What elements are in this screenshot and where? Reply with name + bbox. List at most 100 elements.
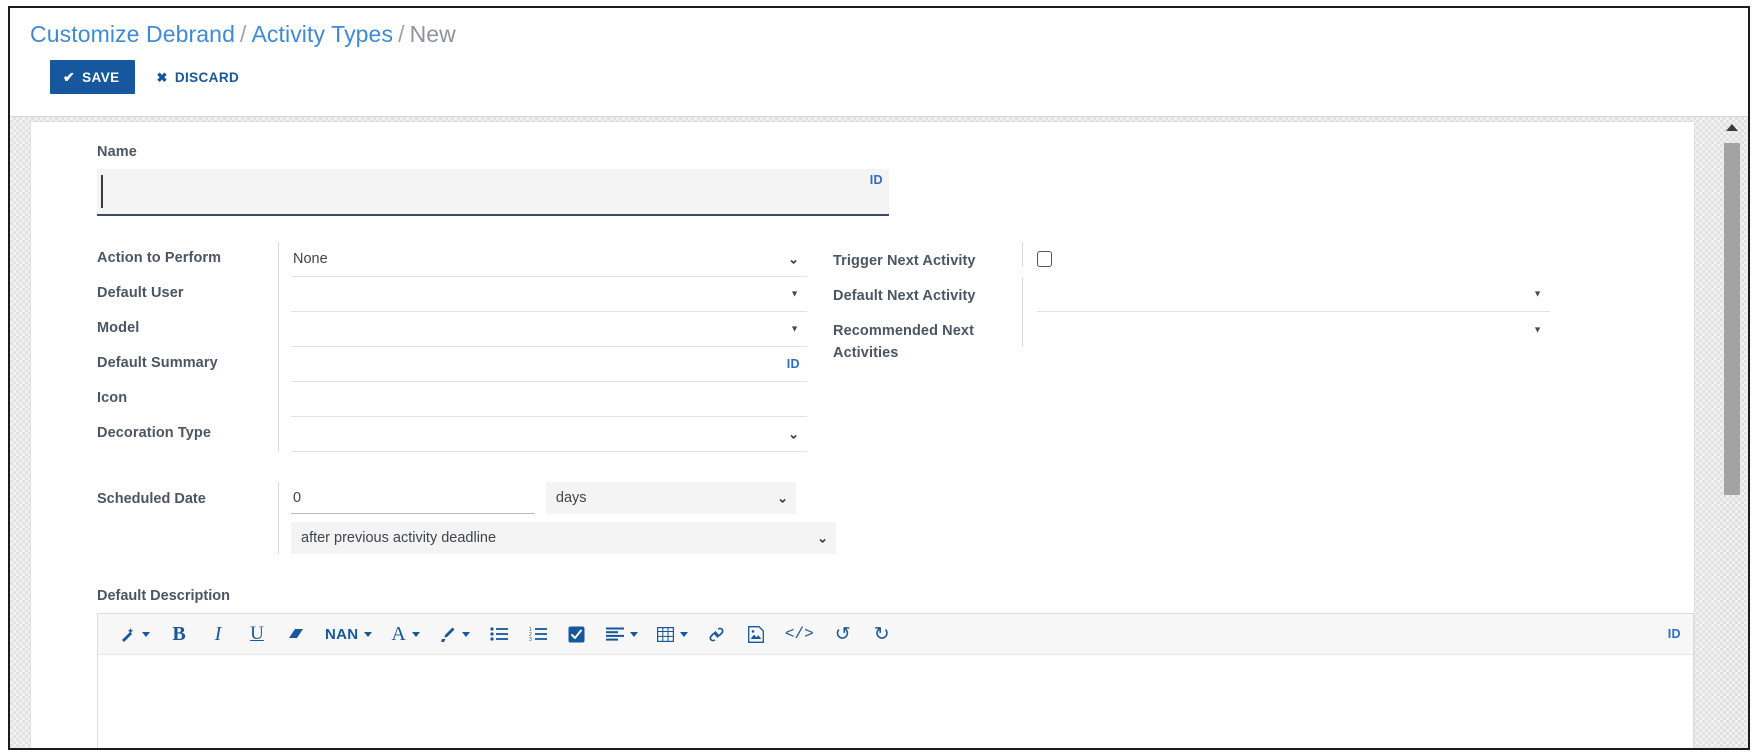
vertical-scrollbar[interactable] bbox=[1720, 117, 1744, 748]
chevron-down-icon: ⌄ bbox=[788, 251, 799, 267]
field-control-wrapper: None ⌄ bbox=[278, 242, 807, 277]
italic-icon[interactable]: I bbox=[203, 619, 233, 649]
default-summary-input[interactable]: ID bbox=[291, 347, 807, 382]
name-id-badge[interactable]: ID bbox=[870, 173, 883, 187]
breadcrumb-item-customize-debrand[interactable]: Customize Debrand bbox=[30, 21, 235, 47]
field-control-wrapper: ▼ bbox=[278, 277, 807, 312]
name-input[interactable]: ID bbox=[97, 169, 889, 216]
default-next-activity-autocomplete[interactable]: ▼ bbox=[1037, 277, 1550, 312]
default-user-autocomplete[interactable]: ▼ bbox=[291, 277, 807, 312]
field-row-recommended-next-activities: Recommended Next Activities ▼ bbox=[833, 312, 1550, 365]
triangle-down-icon: ▼ bbox=[790, 288, 799, 299]
field-row-icon: Icon bbox=[97, 382, 807, 417]
decoration-type-select[interactable]: ⌄ bbox=[291, 417, 807, 452]
scroll-up-button[interactable] bbox=[1720, 119, 1744, 136]
undo-icon[interactable]: ↺ bbox=[828, 619, 858, 649]
breadcrumb-item-activity-types[interactable]: Activity Types bbox=[251, 21, 393, 47]
activity-type-form: Name ID Action to Perform None ⌄ Default… bbox=[31, 122, 1694, 748]
field-control-wrapper: ▼ bbox=[278, 312, 807, 347]
italic-label: I bbox=[214, 622, 222, 645]
field-control-wrapper: ID bbox=[278, 347, 807, 382]
image-icon[interactable] bbox=[741, 619, 771, 649]
arrow-up-icon bbox=[1726, 124, 1738, 131]
field-row-default-user: Default User ▼ bbox=[97, 277, 807, 312]
align-left-icon[interactable] bbox=[601, 619, 643, 649]
table-icon[interactable] bbox=[652, 619, 693, 649]
checklist-icon[interactable] bbox=[562, 619, 592, 649]
discard-button-label: DISCARD bbox=[174, 69, 240, 85]
app-window: Customize Debrand / Activity Types / New ✔ S… bbox=[8, 6, 1750, 750]
field-label: Decoration Type bbox=[97, 425, 212, 441]
svg-text:3: 3 bbox=[529, 637, 532, 641]
field-label: Default User bbox=[97, 285, 184, 301]
model-autocomplete[interactable]: ▼ bbox=[291, 312, 807, 347]
form-sheet: Name ID Action to Perform None ⌄ Default… bbox=[30, 121, 1695, 748]
redo-icon[interactable]: ↻ bbox=[867, 619, 897, 649]
field-control-wrapper bbox=[1022, 242, 1550, 267]
bold-label: B bbox=[172, 622, 186, 645]
page-header: Customize Debrand / Activity Types / New ✔ S… bbox=[10, 8, 1748, 95]
icon-input[interactable] bbox=[291, 382, 807, 417]
field-label: Default Next Activity bbox=[833, 288, 976, 304]
default-summary-id-badge[interactable]: ID bbox=[787, 357, 800, 371]
font-color-icon[interactable]: A bbox=[386, 619, 424, 649]
field-label: Default Summary bbox=[97, 355, 218, 371]
scheduled-date-block: Scheduled Date days ⌄ after previous act… bbox=[97, 482, 1694, 554]
scheduled-date-controls: days ⌄ after previous activity deadline … bbox=[278, 482, 836, 554]
breadcrumb-separator: / bbox=[398, 21, 405, 47]
font-size-label: NAN bbox=[325, 625, 359, 643]
chevron-down-icon bbox=[461, 631, 470, 637]
form-columns: Action to Perform None ⌄ Default User ▼ … bbox=[97, 242, 1694, 452]
triangle-down-icon: ▼ bbox=[790, 323, 799, 334]
numbered-list-icon[interactable]: 1 2 3 bbox=[523, 619, 553, 649]
field-control-wrapper bbox=[278, 382, 807, 417]
scheduled-date-label: Scheduled Date bbox=[97, 491, 206, 507]
scheduled-date-reference-value: after previous activity deadline bbox=[301, 530, 497, 546]
chevron-down-icon bbox=[364, 631, 373, 637]
field-row-default-summary: Default Summary ID bbox=[97, 347, 807, 382]
action-toolbar: ✔ SAVE ✖ DISCARD bbox=[50, 60, 1748, 95]
discard-button[interactable]: ✖ DISCARD bbox=[157, 70, 240, 85]
scheduled-date-row: days ⌄ bbox=[291, 482, 796, 514]
scheduled-date-unit-select[interactable]: days ⌄ bbox=[545, 482, 796, 514]
action-to-perform-select[interactable]: None ⌄ bbox=[291, 242, 807, 277]
form-column-left: Action to Perform None ⌄ Default User ▼ … bbox=[97, 242, 807, 452]
font-size-icon[interactable]: NAN bbox=[320, 619, 377, 649]
field-label: Action to Perform bbox=[97, 250, 222, 266]
underline-icon[interactable]: U bbox=[242, 619, 272, 649]
chevron-down-icon bbox=[679, 631, 688, 637]
highlight-color-icon[interactable] bbox=[434, 619, 475, 649]
field-label: Recommended Next Activities bbox=[833, 323, 974, 362]
field-row-model: Model ▼ bbox=[97, 312, 807, 347]
magic-wand-icon[interactable] bbox=[114, 619, 155, 649]
trigger-next-activity-checkbox[interactable] bbox=[1037, 251, 1052, 267]
form-column-right: Trigger Next Activity Default Next Activ… bbox=[807, 242, 1550, 452]
content-scroll-region: Name ID Action to Perform None ⌄ Default… bbox=[10, 116, 1748, 748]
field-control-wrapper: ▼ bbox=[1022, 277, 1550, 312]
bold-icon[interactable]: B bbox=[164, 619, 194, 649]
code-view-icon[interactable]: </> bbox=[780, 619, 819, 649]
text-caret bbox=[101, 175, 103, 208]
field-control-wrapper: ⌄ bbox=[278, 417, 807, 452]
code-view-label: </> bbox=[784, 625, 814, 643]
default-description-id-badge[interactable]: ID bbox=[1668, 627, 1681, 641]
field-label: Icon bbox=[97, 390, 128, 406]
breadcrumb-separator: / bbox=[239, 21, 247, 47]
default-description-body[interactable] bbox=[98, 655, 1693, 748]
save-button-label: SAVE bbox=[82, 69, 120, 85]
bullet-list-icon[interactable] bbox=[484, 619, 514, 649]
scheduled-date-unit-value: days bbox=[555, 490, 587, 506]
link-icon[interactable] bbox=[702, 619, 732, 649]
field-row-trigger-next-activity: Trigger Next Activity bbox=[833, 242, 1550, 277]
chevron-down-icon: ⌄ bbox=[817, 530, 828, 546]
field-label: Trigger Next Activity bbox=[833, 253, 976, 269]
scrollbar-thumb[interactable] bbox=[1724, 143, 1740, 495]
field-control-wrapper: ▼ bbox=[1022, 312, 1550, 347]
recommended-next-activities-autocomplete[interactable]: ▼ bbox=[1037, 312, 1550, 347]
scheduled-date-reference-select[interactable]: after previous activity deadline ⌄ bbox=[291, 522, 836, 554]
chevron-down-icon bbox=[629, 631, 638, 637]
scheduled-date-amount-input[interactable] bbox=[291, 482, 535, 514]
breadcrumb: Customize Debrand / Activity Types / New bbox=[30, 21, 1748, 47]
clear-format-icon[interactable] bbox=[281, 619, 311, 649]
save-button[interactable]: ✔ SAVE bbox=[50, 60, 135, 95]
